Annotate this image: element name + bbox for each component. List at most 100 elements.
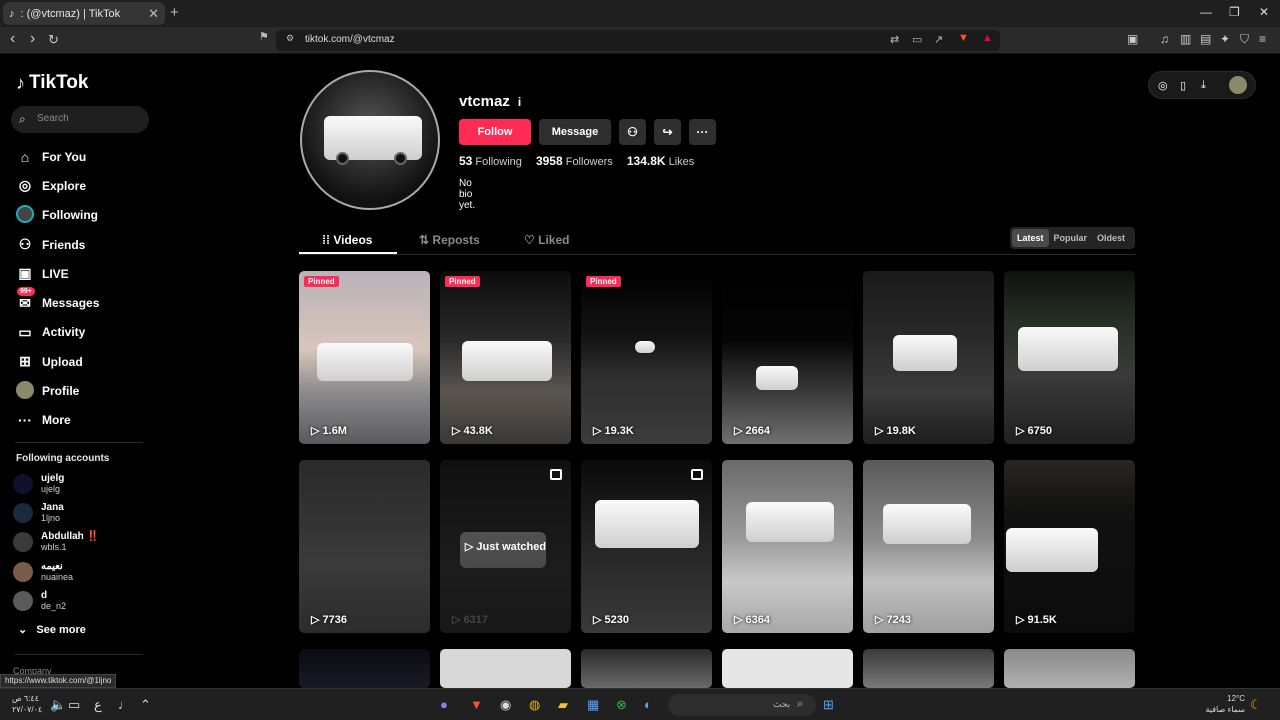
see-more-button[interactable]: ⌄ See more xyxy=(18,623,86,636)
followers-count: 3958 xyxy=(535,154,563,168)
brave-icon[interactable]: ▼ xyxy=(470,697,483,712)
video-card[interactable] xyxy=(440,649,571,688)
store-icon[interactable]: ▦ xyxy=(587,697,599,713)
video-card[interactable] xyxy=(1004,649,1135,688)
following-account[interactable]: Jana 1ljno xyxy=(13,498,99,527)
leo-ai-icon[interactable]: ✦ xyxy=(1220,32,1230,46)
video-card[interactable]: ▷ 5230 xyxy=(581,460,712,633)
follow-button[interactable]: Follow xyxy=(459,119,531,145)
file-explorer-icon[interactable]: ▰ xyxy=(558,697,568,713)
info-icon[interactable]: i xyxy=(518,95,521,109)
bookmark-icon[interactable]: ⚑ xyxy=(259,30,269,43)
brave-rewards-icon[interactable]: ▲ xyxy=(982,32,993,44)
nav-upload[interactable]: ⊞ Upload xyxy=(15,347,99,376)
video-card[interactable]: ▷ 19.8K xyxy=(863,271,994,444)
tab-videos[interactable]: ⁞⁞ Videos xyxy=(322,233,372,247)
translate-icon[interactable]: ⇄ xyxy=(890,33,899,46)
reload-icon[interactable]: ↻ xyxy=(48,32,59,48)
network-icon[interactable]: ▭ xyxy=(68,697,80,713)
video-card[interactable]: ▷ 7736 xyxy=(299,460,430,633)
tab-reposts[interactable]: ⇅ Reposts xyxy=(419,233,480,247)
back-icon[interactable]: ‹ xyxy=(10,30,15,48)
video-card[interactable]: ▷ 6364 xyxy=(722,460,853,633)
volume-icon[interactable]: 🔈 xyxy=(50,697,66,713)
wallet-icon[interactable]: ▤ xyxy=(1200,32,1211,46)
taskbar-search[interactable]: بحث ⌕ xyxy=(668,694,816,716)
nav-profile[interactable]: Profile xyxy=(15,376,99,405)
menu-icon[interactable]: ≡ xyxy=(1259,32,1266,46)
video-card[interactable]: Pinned ▷ 43.8K xyxy=(440,271,571,444)
tiktok-logo[interactable]: ♪ TikTok xyxy=(16,72,88,94)
chrome-icon[interactable]: ◍ xyxy=(529,697,540,713)
share-icon[interactable]: ↪ xyxy=(654,119,681,145)
cast-icon[interactable]: ▭ xyxy=(912,33,922,46)
new-tab-icon[interactable]: + xyxy=(170,4,179,21)
nav-friends[interactable]: ⚇ Friends xyxy=(15,230,99,259)
coins-icon[interactable]: ◎ xyxy=(1158,79,1168,92)
microphone-icon[interactable]: ♩ xyxy=(118,697,131,712)
video-card[interactable] xyxy=(299,649,430,688)
message-button[interactable]: Message xyxy=(539,119,611,145)
user-avatar-icon[interactable] xyxy=(1229,76,1247,94)
search-input[interactable]: ⌕ Search xyxy=(11,106,149,133)
weather-widget[interactable]: 12°C سماء صافية xyxy=(1197,693,1245,715)
following-account[interactable]: نعيمه nuainea xyxy=(13,557,99,586)
nav-activity[interactable]: ▭ Activity xyxy=(15,318,99,347)
url-text: tiktok.com/@vtcmaz xyxy=(305,34,395,45)
sort-popular[interactable]: Popular xyxy=(1049,229,1093,247)
more-options-icon[interactable]: ··· xyxy=(689,119,716,145)
nav-for-you[interactable]: ⌂ For You xyxy=(15,142,99,171)
video-card[interactable]: Pinned ▷ 19.3K xyxy=(581,271,712,444)
discord-icon[interactable]: ● xyxy=(440,697,448,712)
video-card[interactable]: ▷ Just watched ▷ 6317 xyxy=(440,460,571,633)
video-card[interactable]: ▷ 6750 xyxy=(1004,271,1135,444)
following-account[interactable]: ujelg ujelg xyxy=(13,469,99,498)
tray-chevron-icon[interactable]: ⌃ xyxy=(140,697,151,713)
device-icon[interactable]: ▯ xyxy=(1180,79,1186,92)
forward-icon[interactable]: › xyxy=(30,30,35,48)
search-icon: ⌕ xyxy=(19,112,26,126)
maximize-icon[interactable]: ❐ xyxy=(1229,5,1240,19)
start-icon[interactable]: ⊞ xyxy=(823,697,834,713)
obs-icon[interactable]: ◉ xyxy=(500,697,511,713)
brave-shield-icon[interactable]: ▼ xyxy=(958,32,969,44)
video-card[interactable] xyxy=(722,649,853,688)
share-page-icon[interactable]: ↗ xyxy=(934,33,943,46)
nav-following[interactable]: Following xyxy=(15,201,99,230)
sort-oldest[interactable]: Oldest xyxy=(1092,229,1130,247)
steam-icon[interactable]: ◐ xyxy=(644,697,652,712)
tab-liked[interactable]: ♡ Liked xyxy=(524,233,569,247)
nav-explore[interactable]: ◎ Explore xyxy=(15,171,99,200)
taskbar-clock[interactable]: ٦:٤٤ ص ٢٧/٠٧/٠٤ xyxy=(12,693,42,715)
vpn-icon[interactable]: ⛉ xyxy=(1240,32,1249,47)
reader-icon[interactable]: ▣ xyxy=(1127,32,1138,46)
minimize-icon[interactable]: — xyxy=(1200,5,1212,19)
browser-tab[interactable]: ♪ : (@vtcmaz) | TikTok ✕ xyxy=(3,2,165,25)
video-card[interactable] xyxy=(581,649,712,688)
following-account[interactable]: d de_n2 xyxy=(13,587,99,616)
sidebar-toggle-icon[interactable]: ▥ xyxy=(1180,32,1191,46)
video-card[interactable]: ▷ 91.5K xyxy=(1004,460,1135,633)
account-handle: nuainea xyxy=(41,571,74,582)
video-card[interactable]: ▷ 2664 xyxy=(722,271,853,444)
site-settings-icon[interactable]: ⚙ xyxy=(286,33,294,44)
video-card[interactable]: ▷ 7243 xyxy=(863,460,994,633)
suggest-account-icon[interactable]: ⚇ xyxy=(619,119,646,145)
activity-icon: ▭ xyxy=(18,323,32,340)
nav-messages[interactable]: ✉ 99+ Messages xyxy=(15,286,99,317)
close-tab-icon[interactable]: ✕ xyxy=(148,6,159,22)
media-icon[interactable]: ♫ xyxy=(1160,32,1169,46)
following-account[interactable]: Abdullah ‼️ wbls.1 xyxy=(13,528,99,557)
sort-latest[interactable]: Latest xyxy=(1012,229,1049,247)
nav-label: Profile xyxy=(42,384,80,399)
close-window-icon[interactable]: ✕ xyxy=(1259,5,1269,19)
language-icon[interactable]: ع xyxy=(94,697,102,713)
download-icon[interactable]: ⤓ xyxy=(1201,79,1206,92)
nav-live[interactable]: ▣ LIVE xyxy=(15,259,99,288)
xbox-icon[interactable]: ⊗ xyxy=(616,697,627,713)
active-tab-underline xyxy=(299,252,397,254)
nav-more[interactable]: ··· More xyxy=(15,406,99,435)
video-card[interactable]: Pinned ▷ 1.6M xyxy=(299,271,430,444)
tiktok-logo-icon: ♪ xyxy=(16,72,25,93)
video-card[interactable] xyxy=(863,649,994,688)
